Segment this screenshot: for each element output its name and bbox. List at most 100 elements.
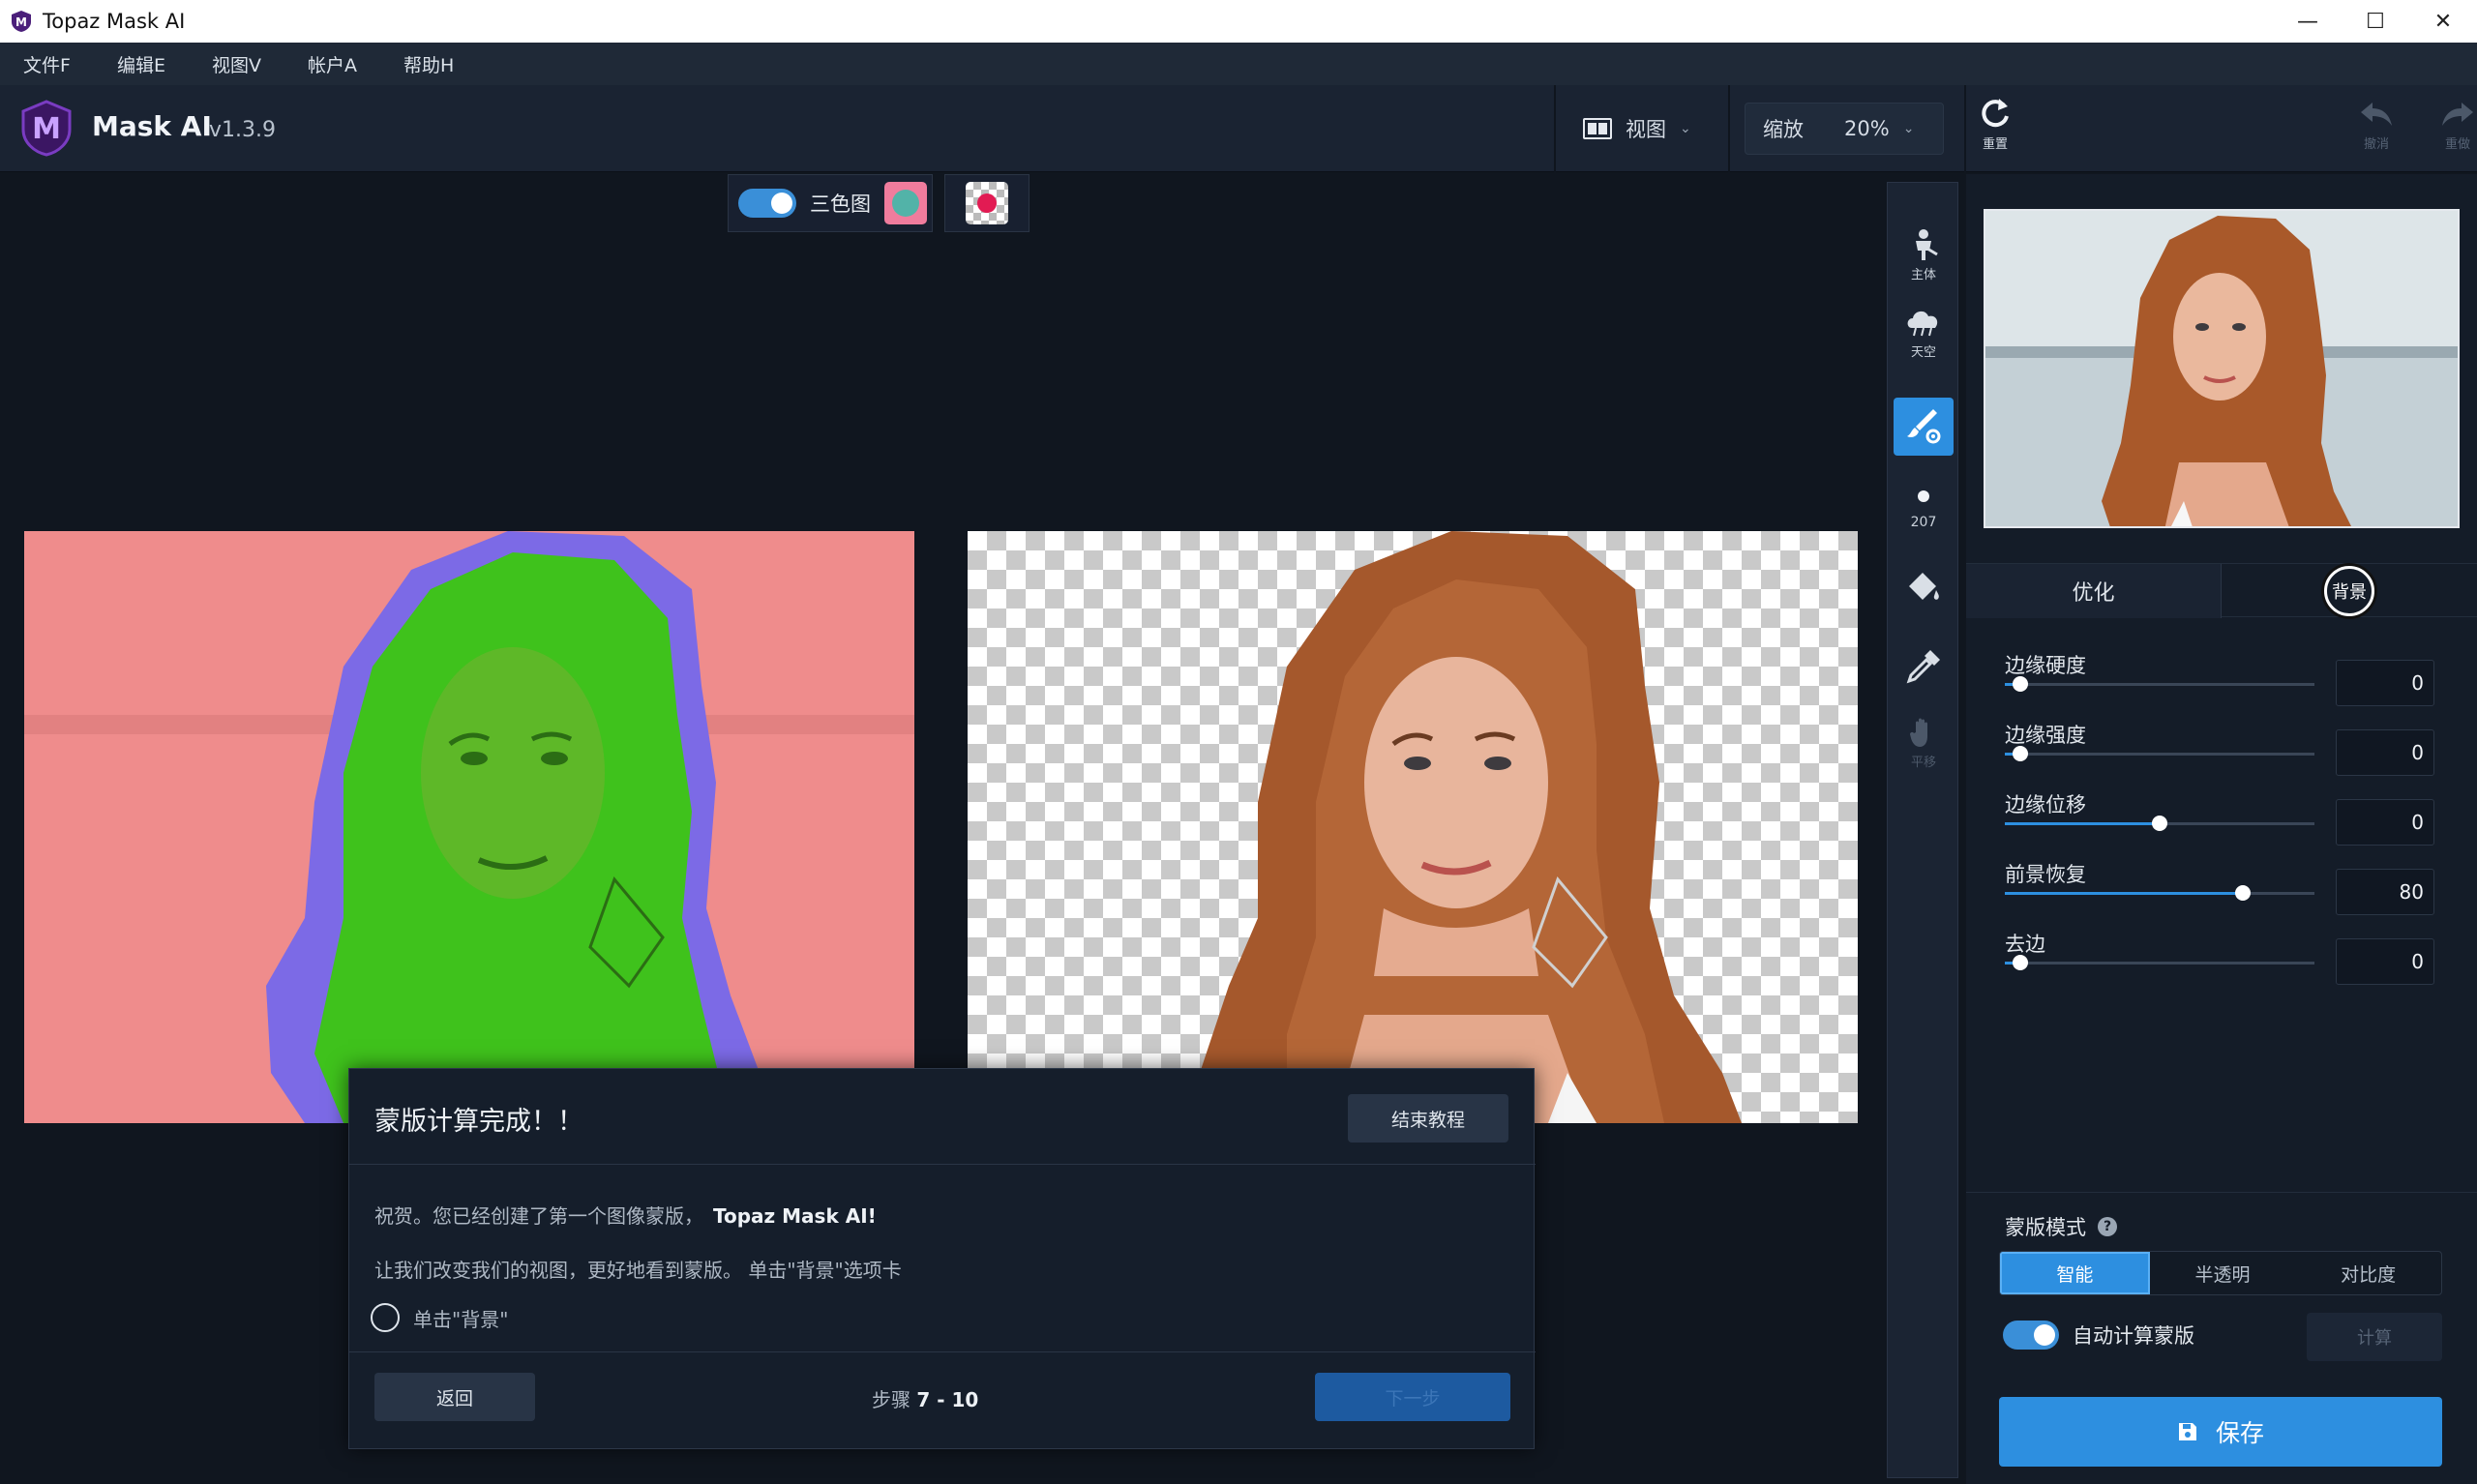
end-tutorial-button[interactable]: 结束教程 (1348, 1094, 1508, 1143)
product-version: v1.3.9 (209, 118, 276, 142)
tool-brush[interactable] (1894, 398, 1954, 456)
reset-button[interactable]: 重置 (1966, 95, 2024, 163)
tool-subject[interactable]: 主体 (1888, 218, 1959, 291)
tool-label: 主体 (1910, 267, 1936, 282)
brush-size-value: 207 (1910, 515, 1937, 530)
zoom-select[interactable]: 缩放 20% ⌄ (1745, 103, 1944, 155)
header-divider (1554, 85, 1556, 172)
step-indicator: 步骤 7 - 10 (872, 1384, 978, 1412)
tutorial-dialog: 蒙版计算完成！！ 结束教程 祝贺。您已经创建了第一个图像蒙版， Topaz Mas… (348, 1068, 1536, 1449)
redo-button[interactable]: 重做 (2438, 95, 2477, 163)
cloud-icon (1907, 311, 1938, 336)
dialog-task: 单击"背景" (371, 1303, 508, 1332)
slider-value-input[interactable]: 0 (2336, 938, 2434, 985)
mask-mode-option[interactable]: 半透明 (2150, 1252, 2296, 1294)
slider-value-input[interactable]: 80 (2336, 869, 2434, 915)
slider-handle[interactable] (2013, 746, 2028, 761)
tab-background[interactable]: 背景 (2222, 564, 2477, 618)
slider-value-input[interactable]: 0 (2336, 660, 2434, 706)
transparency-preview-button[interactable] (944, 174, 1030, 232)
tool-eyedropper[interactable] (1888, 630, 1959, 703)
history-header: 重置 撤消 重做 (1966, 85, 2477, 172)
split-view-icon (1583, 118, 1612, 139)
slider-handle[interactable] (2013, 676, 2028, 692)
cutout-canvas[interactable] (968, 531, 1858, 1123)
redo-label: 重做 (2444, 137, 2470, 152)
floppy-disk-icon (2178, 1423, 2196, 1440)
redo-icon (2442, 103, 2473, 126)
trimap-toggle[interactable] (738, 189, 796, 218)
trimap-canvas[interactable] (24, 531, 914, 1123)
slider-value-input[interactable]: 0 (2336, 729, 2434, 776)
tool-pan[interactable]: 平移 (1888, 705, 1959, 779)
slider-track[interactable] (2005, 676, 2314, 692)
checkerboard-icon (966, 182, 1008, 224)
dialog-title: 蒙版计算完成！！ (374, 1107, 583, 1137)
task-checkbox[interactable] (371, 1303, 400, 1332)
auto-compute-toggle[interactable] (2003, 1321, 2059, 1350)
tool-strip: 主体 天空 207 平移 (1887, 182, 1958, 1478)
app-icon: M (12, 11, 31, 32)
slider-edge-hardness[interactable]: 边缘硬度 0 (1966, 650, 2477, 720)
paint-bucket-icon (1909, 573, 1939, 600)
slider-edge-shift[interactable]: 边缘位移 0 (1966, 789, 2477, 859)
mask-mode-title: 蒙版模式 ? (2005, 1212, 2117, 1241)
view-mode-button[interactable]: 视图 ⌄ (1577, 103, 1722, 155)
close-button[interactable]: ✕ (2409, 0, 2477, 43)
hand-icon (1910, 718, 1927, 747)
app-header: M Mask AI v1.3.9 视图 ⌄ 缩放 20% ⌄ (0, 85, 1964, 172)
slider-defringe[interactable]: 去边 0 (1966, 929, 2477, 998)
task-label: 单击"背景" (413, 1307, 509, 1331)
tool-fill[interactable] (1888, 552, 1959, 626)
tool-sky[interactable]: 天空 (1888, 295, 1959, 369)
slider-track[interactable] (2005, 955, 2314, 970)
slider-handle[interactable] (2235, 885, 2252, 901)
reset-label: 重置 (1982, 137, 2008, 152)
menu-help[interactable]: 帮助H (380, 51, 477, 77)
product-name: Mask AI (92, 110, 212, 142)
slider-value-input[interactable]: 0 (2336, 799, 2434, 846)
red-dot-icon (977, 193, 997, 213)
chevron-down-icon: ⌄ (1902, 121, 1915, 136)
mask-mode-option[interactable]: 智能 (2000, 1252, 2150, 1294)
undo-icon (2361, 103, 2392, 126)
help-icon[interactable]: ? (2098, 1217, 2117, 1236)
undo-button[interactable]: 撤消 (2347, 95, 2405, 163)
menu-view[interactable]: 视图V (189, 51, 284, 77)
menu-bar: 文件F 编辑E 视图V 帐户A 帮助H (0, 43, 2477, 85)
tab-refine[interactable]: 优化 (1966, 564, 2222, 618)
tool-label: 天空 (1910, 344, 1936, 360)
menu-edit[interactable]: 编辑E (94, 51, 189, 77)
tab-background-label: 背景 (2324, 566, 2374, 616)
save-button[interactable]: 保存 (1999, 1397, 2442, 1467)
slider-fill (2005, 892, 2244, 895)
compute-mask-button[interactable]: 计算 (2307, 1313, 2442, 1361)
slider-label: 边缘强度 (2005, 724, 2086, 747)
slider-handle[interactable] (2013, 955, 2028, 970)
maximize-button[interactable]: ☐ (2342, 0, 2409, 43)
menu-file[interactable]: 文件F (0, 51, 94, 77)
slider-track[interactable] (2005, 885, 2314, 901)
slider-track[interactable] (2005, 746, 2314, 761)
menu-account[interactable]: 帐户A (284, 51, 380, 77)
slider-track[interactable] (2005, 816, 2314, 831)
mask-mode-option[interactable]: 对比度 (2295, 1252, 2441, 1294)
back-button[interactable]: 返回 (374, 1373, 535, 1421)
window-title: Topaz Mask AI (43, 10, 186, 33)
next-button[interactable]: 下一步 (1315, 1373, 1510, 1421)
navigator-preview[interactable] (1984, 209, 2460, 528)
slider-edge-strength[interactable]: 边缘强度 0 (1966, 720, 2477, 789)
zoom-label: 缩放 (1763, 118, 1804, 141)
person-icon (1916, 228, 1938, 260)
step-prefix: 步骤 (872, 1388, 910, 1411)
cutout-image (1200, 531, 1742, 1123)
trimap-image (24, 531, 914, 1123)
brush-size[interactable]: 207 (1888, 473, 1959, 547)
minimize-button[interactable]: — (2274, 0, 2342, 43)
slider-foreground-recovery[interactable]: 前景恢复 80 (1966, 859, 2477, 929)
slider-handle[interactable] (2152, 816, 2167, 831)
mask-mode-section: 蒙版模式 ? 智能 半透明 对比度 自动计算蒙版 计算 (1966, 1192, 2477, 1376)
undo-label: 撤消 (2363, 137, 2389, 152)
overlay-color-button[interactable] (884, 182, 927, 224)
svg-text:M: M (32, 112, 61, 146)
